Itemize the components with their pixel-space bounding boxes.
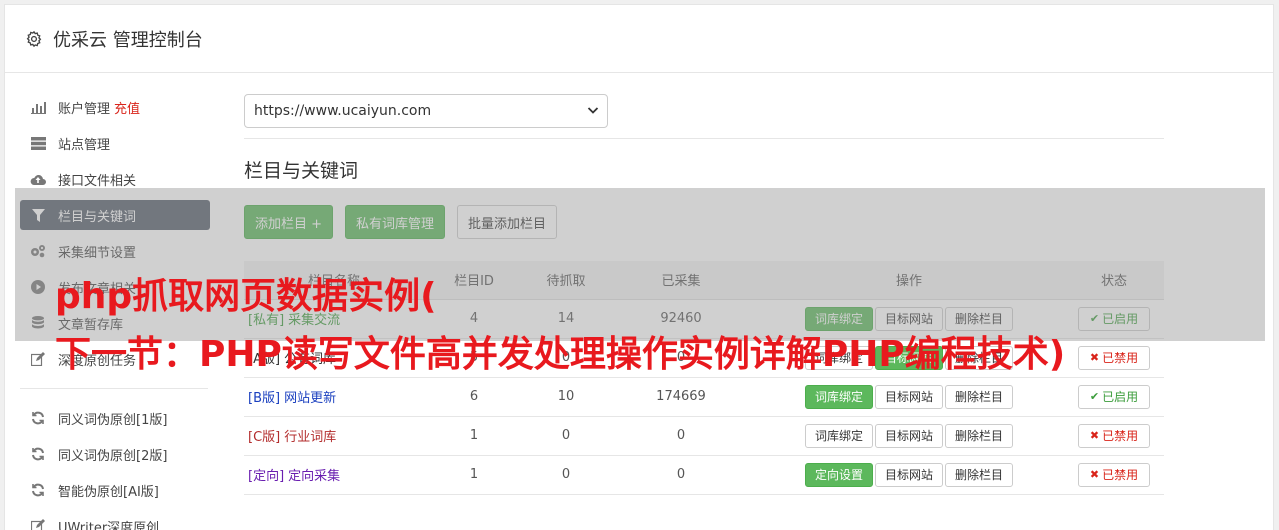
gear-icon (26, 30, 42, 47)
status-cell: ✖ 已禁用 (1064, 455, 1164, 495)
lexicon-bind-button[interactable]: 词库绑定 (804, 423, 873, 448)
status-toggle[interactable]: ✖ 已禁用 (1078, 423, 1150, 448)
column-name-link[interactable]: 网站更新 (284, 391, 336, 406)
sidebar-item-account[interactable]: 账户管理 充值 (20, 92, 210, 122)
watermark-line-2: 下一节：PHP读写文件高并发处理操作实例详解PHP编程技术) (55, 334, 1066, 375)
status-toggle[interactable]: ✖ 已禁用 (1078, 462, 1150, 487)
sidebar-item-label: 同义词伪原创[1版] (58, 412, 168, 428)
collected-cell: 0 (608, 416, 754, 456)
watermark-line-1: php抓取网页数据实例( (55, 276, 437, 317)
collected-cell: 0 (608, 455, 754, 495)
sidebar-item-uwriter[interactable]: UWriter深度原创 (20, 511, 210, 530)
column-tag: [C版] (248, 430, 281, 445)
actions-cell: 词库绑定 目标网站 删除栏目 (754, 416, 1064, 456)
column-name-link[interactable]: 定向采集 (288, 469, 340, 484)
site-select-value: https://www.ucaiyun.com (254, 103, 432, 119)
target-site-button[interactable]: 目标网站 (874, 423, 943, 448)
cross-icon: ✖ (1089, 468, 1100, 481)
column-tag: [定向] (248, 469, 285, 484)
actions-cell: 定向设置 目标网站 删除栏目 (754, 455, 1064, 495)
sidebar-item-sites[interactable]: 站点管理 (20, 128, 210, 158)
sidebar-item-label: UWriter深度原创 (58, 520, 160, 530)
sidebar-item-label: 账户管理 (58, 101, 111, 117)
delete-column-button[interactable]: 删除栏目 (945, 423, 1014, 448)
page-title: 优采云 管理控制台 (53, 29, 203, 51)
status-toggle[interactable]: ✔ 已启用 (1078, 384, 1150, 409)
sidebar-divider (20, 388, 208, 389)
delete-column-button[interactable]: 删除栏目 (945, 462, 1014, 487)
status-label: 已启用 (1102, 390, 1139, 404)
lexicon-bind-button[interactable]: 定向设置 (804, 462, 873, 487)
sidebar-item-ai-original[interactable]: 智能伪原创[AI版] (20, 475, 210, 505)
status-label: 已禁用 (1102, 468, 1139, 482)
bar-chart-icon (30, 99, 46, 115)
watermark-text: php抓取网页数据实例( 下一节：PHP读写文件高并发处理操作实例详解PHP编程… (55, 268, 1265, 384)
status-cell: ✖ 已禁用 (1064, 416, 1164, 456)
column-name-cell: [定向] 定向采集 (244, 455, 424, 495)
table-row: [C版] 行业词库 1 0 0 词库绑定 目标网站 删除栏目 ✖ 已禁用 (244, 416, 1164, 456)
server-icon (30, 135, 46, 151)
column-id-cell: 1 (424, 455, 524, 495)
sidebar-item-label: 同义词伪原创[2版] (58, 448, 168, 464)
column-name-link[interactable]: 行业词库 (284, 430, 336, 445)
sidebar-item-synonym-v1[interactable]: 同义词伪原创[1版] (20, 403, 210, 433)
divider (244, 138, 1164, 139)
refresh-icon (30, 410, 46, 426)
check-icon: ✔ (1089, 390, 1100, 403)
target-site-button[interactable]: 目标网站 (874, 384, 943, 409)
recharge-link[interactable]: 充值 (114, 98, 140, 117)
sidebar-item-label: 站点管理 (58, 137, 111, 153)
cross-icon: ✖ (1089, 429, 1100, 442)
sidebar-item-synonym-v2[interactable]: 同义词伪原创[2版] (20, 439, 210, 469)
column-tag: [B版] (248, 391, 281, 406)
chevron-down-icon (587, 107, 599, 114)
section-title: 栏目与关键词 (244, 160, 359, 182)
cloud-upload-icon (30, 171, 46, 187)
column-id-cell: 1 (424, 416, 524, 456)
refresh-icon (30, 482, 46, 498)
edit-icon (30, 518, 46, 530)
delete-column-button[interactable]: 删除栏目 (945, 384, 1014, 409)
lexicon-bind-button[interactable]: 词库绑定 (804, 384, 873, 409)
target-site-button[interactable]: 目标网站 (874, 462, 943, 487)
pending-cell[interactable]: 0 (524, 416, 608, 456)
site-select[interactable]: https://www.ucaiyun.com (244, 94, 608, 128)
status-label: 已禁用 (1102, 429, 1139, 443)
sidebar-item-label: 智能伪原创[AI版] (58, 484, 159, 500)
column-name-cell: [C版] 行业词库 (244, 416, 424, 456)
table-row: [定向] 定向采集 1 0 0 定向设置 目标网站 删除栏目 ✖ 已禁用 (244, 455, 1164, 495)
header: 优采云 管理控制台 (5, 5, 1273, 73)
pending-cell[interactable]: 0 (524, 455, 608, 495)
sidebar-item-label: 接口文件相关 (58, 173, 137, 189)
refresh-icon (30, 446, 46, 462)
edit-icon (30, 351, 46, 367)
